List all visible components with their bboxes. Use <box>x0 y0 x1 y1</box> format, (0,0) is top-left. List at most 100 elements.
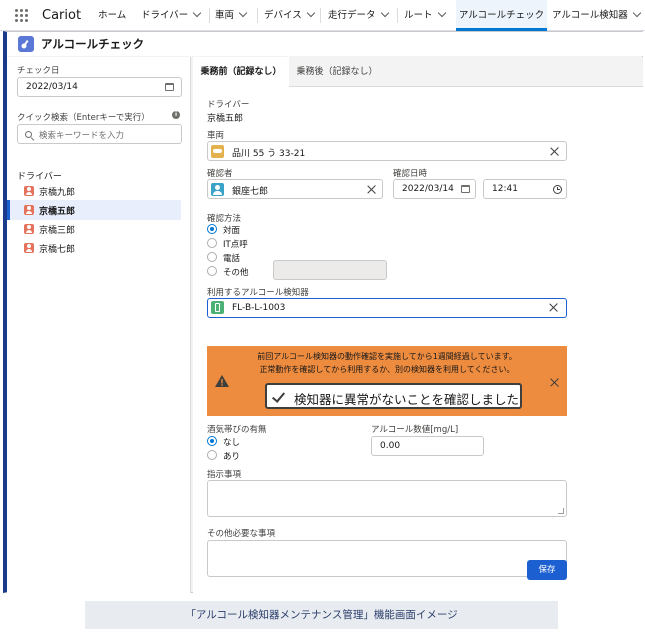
driver-icon <box>24 186 34 196</box>
chevron-down-icon[interactable] <box>632 8 641 18</box>
driver-value: 京橋五郎 <box>207 114 244 124</box>
radio-drunk-none[interactable] <box>207 436 217 446</box>
radio-label: その他 <box>223 268 249 278</box>
calendar-icon[interactable] <box>165 83 174 91</box>
driver-item[interactable]: 京橋九郎 <box>7 181 181 201</box>
confirm-datetime-label: 確認日時 <box>393 169 428 179</box>
clear-icon[interactable] <box>549 303 558 312</box>
close-icon[interactable] <box>550 378 559 387</box>
other-notes-label: その他必要な事項 <box>207 529 276 539</box>
check-date-value: 2022/03/14 <box>26 82 78 92</box>
clear-icon[interactable] <box>367 185 376 194</box>
chevron-down-icon[interactable] <box>193 8 202 18</box>
radio-label: 対面 <box>223 226 241 236</box>
page-header: アルコールチェック <box>7 32 643 56</box>
vehicle-field[interactable]: 品川 55 う 33-21 <box>207 141 567 161</box>
confirm-time-field[interactable]: 12:41 <box>483 179 567 199</box>
search-input[interactable]: 検索キーワードを入力 <box>17 124 182 144</box>
calendar-icon[interactable] <box>461 185 470 193</box>
other-method-input <box>273 260 387 280</box>
confirmer-label: 確認者 <box>207 169 233 179</box>
radio-label: あり <box>223 452 241 462</box>
page-frame: アルコールチェック チェック日 2022/03/14 クイック検索（Enterキ… <box>3 31 643 593</box>
nav-tab-vehicles[interactable]: 車両 <box>215 0 248 31</box>
chevron-down-icon[interactable] <box>306 8 315 18</box>
alcohol-value-label: アルコール数値[mg/L] <box>371 425 459 435</box>
alcohol-check-icon <box>18 36 34 52</box>
device-icon <box>211 301 224 314</box>
app-name: Cariot <box>42 8 82 23</box>
alcohol-value-field[interactable]: 0.00 <box>371 436 484 456</box>
driver-item[interactable]: 京橋三郎 <box>7 219 181 239</box>
vehicle-value: 品川 55 う 33-21 <box>232 149 306 159</box>
detector-value: FL-B-L-1003 <box>232 303 286 313</box>
search-icon <box>25 131 32 138</box>
instructions-label: 指示事項 <box>207 470 242 480</box>
instructions-textarea[interactable] <box>207 480 567 517</box>
radio-face-to-face[interactable] <box>207 224 217 234</box>
warning-line-2: 正常動作を確認してから利用するか、別の検知器を利用してください。 <box>259 365 515 374</box>
detector-label: 利用するアルコール検知器 <box>207 288 309 298</box>
confirm-date-value: 2022/03/14 <box>402 184 454 194</box>
driver-label: ドライバー <box>207 100 250 110</box>
search-placeholder: 検索キーワードを入力 <box>39 131 125 141</box>
chevron-down-icon[interactable] <box>238 8 248 18</box>
confirm-detector-ok-button[interactable]: 検知器に異常がないことを確認しました <box>265 383 522 409</box>
nav-tab-routes[interactable]: ルート <box>404 0 446 31</box>
checkmark-icon <box>271 389 286 403</box>
clear-icon[interactable] <box>550 147 559 156</box>
nav-tab-home[interactable]: ホーム <box>98 0 126 31</box>
chevron-down-icon[interactable] <box>380 8 389 18</box>
caption: 「アルコール検知器メンテナンス管理」機能画面イメージ <box>85 601 558 629</box>
driver-icon <box>24 224 34 234</box>
radio-phone[interactable] <box>207 252 217 262</box>
method-label: 確認方法 <box>207 214 242 224</box>
chevron-down-icon[interactable] <box>437 8 446 18</box>
other-notes-textarea[interactable] <box>207 540 567 577</box>
confirmer-field[interactable]: 銀座七郎 <box>207 179 383 199</box>
nav-tab-drivers[interactable]: ドライバー <box>141 0 202 31</box>
user-icon <box>211 183 224 196</box>
radio-label: 電話 <box>223 254 241 264</box>
clock-icon[interactable] <box>553 185 562 194</box>
nav-tab-alcohol-detectors[interactable]: アルコール検知器 <box>552 0 641 31</box>
tab-after-duty[interactable]: 乗務後（記録なし） <box>289 57 385 87</box>
quick-search-label: クイック検索（Enterキーで実行） <box>17 113 150 123</box>
radio-it-roll-call[interactable] <box>207 238 217 248</box>
confirmer-value: 銀座七郎 <box>232 187 269 197</box>
drunk-label: 酒気帯びの有無 <box>207 425 267 435</box>
save-button[interactable]: 保存 <box>527 560 567 580</box>
confirm-time-value: 12:41 <box>492 184 518 194</box>
check-date-label: チェック日 <box>17 66 60 76</box>
driver-icon <box>24 205 34 215</box>
top-navigation: Cariot ホーム ドライバー 車両 デバイス 走行データ ルート アルコール… <box>0 0 645 31</box>
nav-tab-devices[interactable]: デバイス <box>264 0 315 31</box>
warning-line-1: 前回アルコール検知器の動作確認を実施してから1週間経過しています。 <box>257 352 517 361</box>
driver-name: 京橋五郎 <box>39 207 76 217</box>
confirm-detector-ok-label: 検知器に異常がないことを確認しました <box>294 392 520 407</box>
radio-drunk-yes[interactable] <box>207 450 217 460</box>
app-launcher-icon[interactable] <box>15 9 28 22</box>
radio-label: IT点呼 <box>223 240 248 250</box>
resize-handle-icon[interactable] <box>558 508 564 514</box>
nav-tab-alcohol-check[interactable]: アルコールチェック <box>456 0 547 31</box>
record-tabs: 乗務前（記録なし） 乗務後（記録なし） <box>193 57 643 88</box>
left-panel: チェック日 2022/03/14 クイック検索（Enterキーで実行） i 検索… <box>7 57 191 593</box>
tab-before-duty[interactable]: 乗務前（記録なし） <box>193 57 289 88</box>
driver-icon <box>24 243 34 253</box>
page-title: アルコールチェック <box>41 37 145 51</box>
radio-other[interactable] <box>207 266 217 276</box>
nav-tab-driving-data[interactable]: 走行データ <box>328 0 389 31</box>
main-panel: 乗務前（記録なし） 乗務後（記録なし） ドライバー 京橋五郎 車両 品川 55 … <box>193 57 643 593</box>
confirm-date-field[interactable]: 2022/03/14 <box>393 179 476 199</box>
radio-label: なし <box>223 438 241 448</box>
check-date-field[interactable]: 2022/03/14 <box>17 77 182 97</box>
detector-warning-banner: 前回アルコール検知器の動作確認を実施してから1週間経過しています。 正常動作を確… <box>207 346 567 416</box>
driver-name: 京橋九郎 <box>39 188 76 198</box>
warning-icon <box>215 375 229 387</box>
info-icon[interactable]: i <box>172 111 180 119</box>
driver-item-selected[interactable]: 京橋五郎 <box>7 200 181 220</box>
detector-field[interactable]: FL-B-L-1003 <box>207 298 567 318</box>
driver-item[interactable]: 京橋七郎 <box>7 238 181 258</box>
alcohol-value: 0.00 <box>380 441 401 451</box>
